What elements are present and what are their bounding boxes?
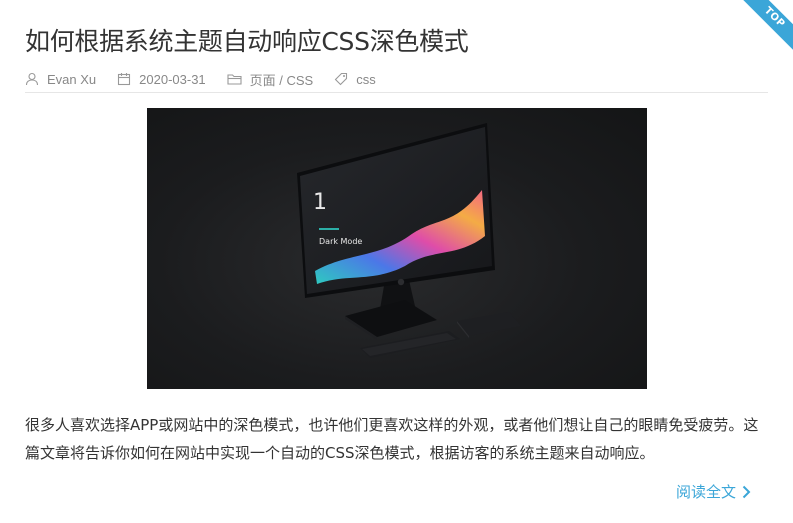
date-text: 2020-03-31 [139,71,206,87]
tag-link[interactable]: css [356,72,376,87]
read-more-label: 阅读全文 [675,483,736,501]
post-excerpt: 很多人喜欢选择APP或网站中的深色模式，也许他们更喜欢这样的外观，或者他们想让自… [25,416,759,462]
pinned-top-ribbon: TOP [733,0,793,60]
read-more-link[interactable]: 阅读全文 [676,481,751,502]
meta-date: 2020-03-31 [117,72,206,87]
meta-tag: css [334,72,376,87]
category-link[interactable]: 页面 / CSS [250,70,314,89]
screen-caption: Dark Mode [319,237,362,246]
post-featured-image[interactable]: 1 Dark Mode [147,108,647,389]
screen-number: 1 [313,190,327,215]
meta-author: Evan Xu [25,72,96,87]
imac-dark-mode-illustration: 1 Dark Mode [297,123,521,358]
post-card: TOP 如何根据系统主题自动响应CSS深色模式 Evan Xu 2020-03-… [0,0,793,523]
post-title[interactable]: 如何根据系统主题自动响应CSS深色模式 [25,22,469,58]
tag-icon [334,72,348,86]
calendar-icon [118,73,131,86]
user-icon [25,72,39,86]
ribbon-label: TOP [740,0,793,52]
chevron-right-icon [742,485,751,498]
meta-category: 页面 / CSS [227,70,314,89]
folder-icon [227,74,242,85]
author-link[interactable]: Evan Xu [47,72,96,87]
post-meta: Evan Xu 2020-03-31 页面 / CSS css [25,66,768,93]
